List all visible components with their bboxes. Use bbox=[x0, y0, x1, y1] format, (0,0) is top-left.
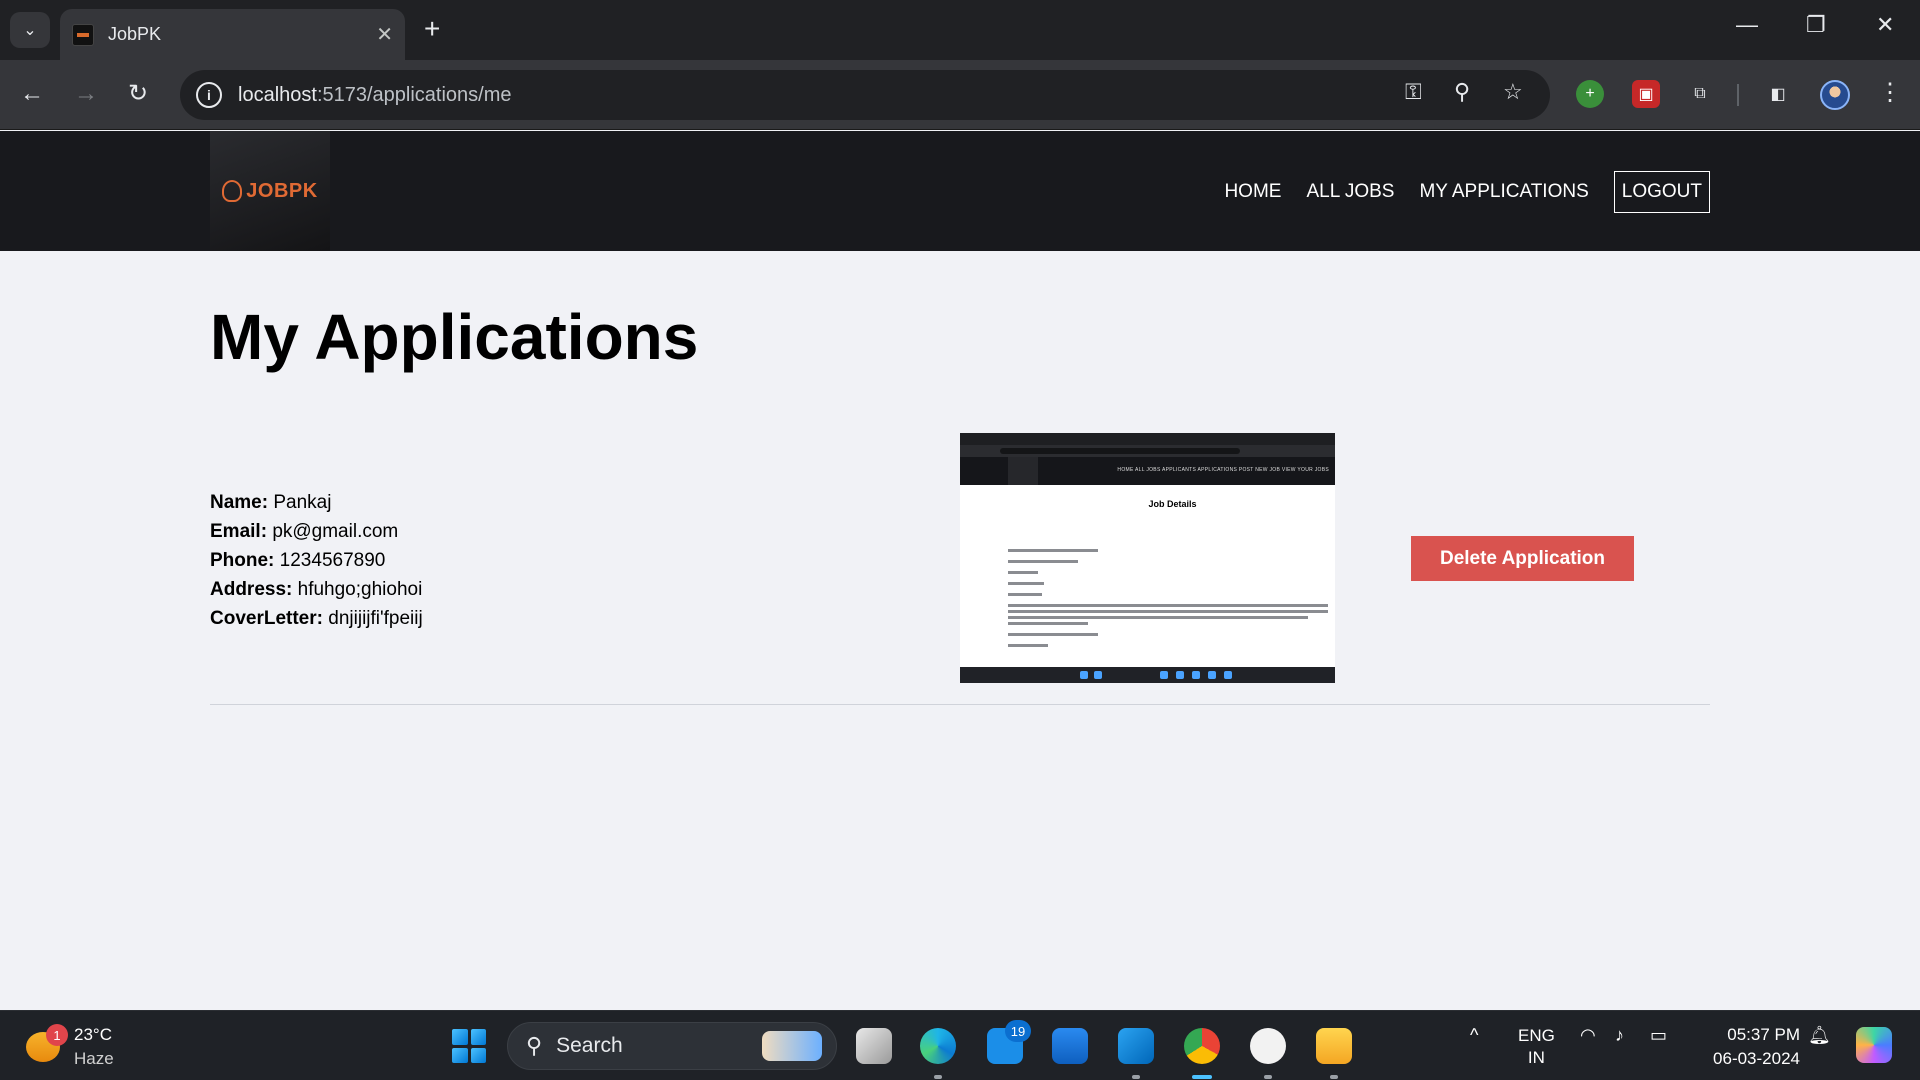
extension-red-icon[interactable]: ▣ bbox=[1632, 80, 1660, 108]
weather-desc: Haze bbox=[74, 1049, 114, 1068]
clock[interactable]: 05:37 PM 06-03-2024 bbox=[1700, 1023, 1800, 1071]
main-nav: HOME ALL JOBS MY APPLICATIONS LOGOUT bbox=[1199, 171, 1710, 213]
logo-text: JOBPK bbox=[246, 179, 318, 202]
applicant-cover-letter: dnjijijfi'fpeiij bbox=[328, 608, 423, 629]
search-icon: ⚲ bbox=[526, 1033, 543, 1058]
logo-mark-icon bbox=[222, 180, 243, 202]
chrome-icon[interactable] bbox=[1184, 1028, 1220, 1064]
window-close-icon[interactable]: ✕ bbox=[1876, 12, 1894, 38]
jobpk-logo[interactable]: JOBPK bbox=[210, 131, 330, 251]
profile-avatar[interactable] bbox=[1820, 80, 1850, 110]
page-title: My Applications bbox=[210, 301, 699, 373]
delete-application-button[interactable]: Delete Application bbox=[1411, 536, 1634, 581]
jobpk-favicon-icon bbox=[72, 23, 94, 46]
battery-icon[interactable]: ▭ bbox=[1650, 1025, 1667, 1046]
browser-tab[interactable]: JobPK ✕ bbox=[60, 9, 405, 60]
email-row: Email: pk@gmail.com bbox=[210, 521, 399, 542]
copilot-icon[interactable] bbox=[1856, 1027, 1892, 1063]
mail-badge: 19 bbox=[1005, 1020, 1031, 1042]
extensions-puzzle-icon[interactable]: ⧉ bbox=[1686, 80, 1714, 108]
password-key-icon[interactable]: ⚿ bbox=[1405, 79, 1422, 105]
zoom-icon[interactable]: ⚲ bbox=[1454, 79, 1470, 105]
weather-badge: 1 bbox=[46, 1024, 68, 1046]
nav-all-jobs-link[interactable]: ALL JOBS bbox=[1306, 181, 1394, 203]
task-view-icon[interactable] bbox=[856, 1028, 892, 1064]
extension-plus-icon[interactable]: + bbox=[1576, 80, 1604, 108]
windows-start-icon[interactable] bbox=[452, 1029, 486, 1063]
applicant-email: pk@gmail.com bbox=[272, 521, 399, 542]
cover-letter-row: CoverLetter: dnjijijfi'fpeiij bbox=[210, 608, 423, 629]
volume-icon[interactable]: ♪ bbox=[1615, 1025, 1624, 1046]
edge-icon[interactable] bbox=[920, 1028, 956, 1064]
tray-overflow-icon[interactable]: ^ bbox=[1470, 1025, 1478, 1046]
chevron-down-icon: ⌄ bbox=[23, 22, 37, 39]
applicant-details: Name: Pankaj Email: pk@gmail.com Phone: … bbox=[210, 488, 423, 633]
name-row: Name: Pankaj bbox=[210, 492, 332, 513]
weather-haze-icon: 1 bbox=[26, 1024, 68, 1062]
resume-caption: Job Details bbox=[1148, 499, 1197, 509]
resume-nav-text: HOME ALL JOBS APPLICANTS APPLICATIONS PO… bbox=[1117, 467, 1329, 473]
mongodb-compass-icon[interactable] bbox=[1250, 1028, 1286, 1064]
windows-taskbar: 1 23°C Haze ⚲ Search 19 ^ ENG IN ◠ ♪ ▭ 0… bbox=[0, 1010, 1920, 1080]
app-header: JOBPK HOME ALL JOBS MY APPLICATIONS LOGO… bbox=[0, 131, 1920, 251]
back-button[interactable]: ← bbox=[20, 80, 44, 108]
minimize-icon[interactable]: — bbox=[1736, 12, 1758, 38]
application-card: Name: Pankaj Email: pk@gmail.com Phone: … bbox=[210, 430, 1710, 705]
tab-search-button[interactable]: ⌄ bbox=[10, 12, 50, 48]
tab-title: JobPK bbox=[108, 24, 162, 44]
browser-tab-strip: ⌄ JobPK ✕ + — ❐ ✕ bbox=[0, 0, 1920, 60]
wifi-icon[interactable]: ◠ bbox=[1580, 1025, 1596, 1046]
file-explorer-icon[interactable] bbox=[1316, 1028, 1352, 1064]
tab-close-icon[interactable]: ✕ bbox=[376, 22, 393, 47]
restore-icon[interactable]: ❐ bbox=[1806, 12, 1826, 38]
language-indicator[interactable]: ENG IN bbox=[1518, 1025, 1555, 1069]
notification-bell-icon[interactable]: 🔔︎ bbox=[1808, 1025, 1831, 1046]
clock-date: 06-03-2024 bbox=[1713, 1049, 1800, 1068]
applicant-phone: 1234567890 bbox=[279, 550, 386, 571]
logout-button[interactable]: LOGOUT bbox=[1613, 171, 1710, 213]
resume-image[interactable]: HOME ALL JOBS APPLICANTS APPLICATIONS PO… bbox=[960, 433, 1335, 683]
taskbar-search[interactable]: ⚲ Search bbox=[507, 1022, 837, 1070]
address-row: Address: hfuhgo;ghiohoi bbox=[210, 579, 423, 600]
vscode-icon[interactable] bbox=[1118, 1028, 1154, 1064]
search-highlight-image bbox=[762, 1031, 822, 1061]
clock-time: 05:37 PM bbox=[1727, 1025, 1800, 1044]
browser-menu-icon[interactable]: ⋮ bbox=[1878, 78, 1902, 107]
taskbar-search-label: Search bbox=[556, 1034, 623, 1057]
bookmark-star-icon[interactable]: ☆ bbox=[1503, 79, 1523, 105]
new-tab-button[interactable]: + bbox=[424, 14, 440, 44]
reload-button[interactable]: ↻ bbox=[128, 80, 148, 108]
weather-temp: 23°C bbox=[74, 1025, 112, 1044]
browser-toolbar: ← → ↻ i localhost:5173/applications/me ⚿… bbox=[0, 60, 1920, 130]
store-icon[interactable] bbox=[1052, 1028, 1088, 1064]
address-bar[interactable]: i localhost:5173/applications/me bbox=[180, 70, 1550, 120]
forward-button[interactable]: → bbox=[74, 80, 98, 108]
weather-widget[interactable]: 1 23°C Haze bbox=[26, 1023, 114, 1071]
applicant-name: Pankaj bbox=[273, 492, 332, 513]
side-panel-icon[interactable]: ◧ bbox=[1764, 80, 1792, 108]
nav-home-link[interactable]: HOME bbox=[1224, 181, 1281, 203]
applicant-address: hfuhgo;ghiohoi bbox=[297, 579, 423, 600]
nav-my-applications-link[interactable]: MY APPLICATIONS bbox=[1419, 181, 1588, 203]
site-info-icon[interactable]: i bbox=[196, 82, 222, 108]
toolbar-divider bbox=[1737, 84, 1739, 106]
url-text[interactable]: localhost:5173/applications/me bbox=[238, 84, 512, 107]
phone-row: Phone: 1234567890 bbox=[210, 550, 386, 571]
